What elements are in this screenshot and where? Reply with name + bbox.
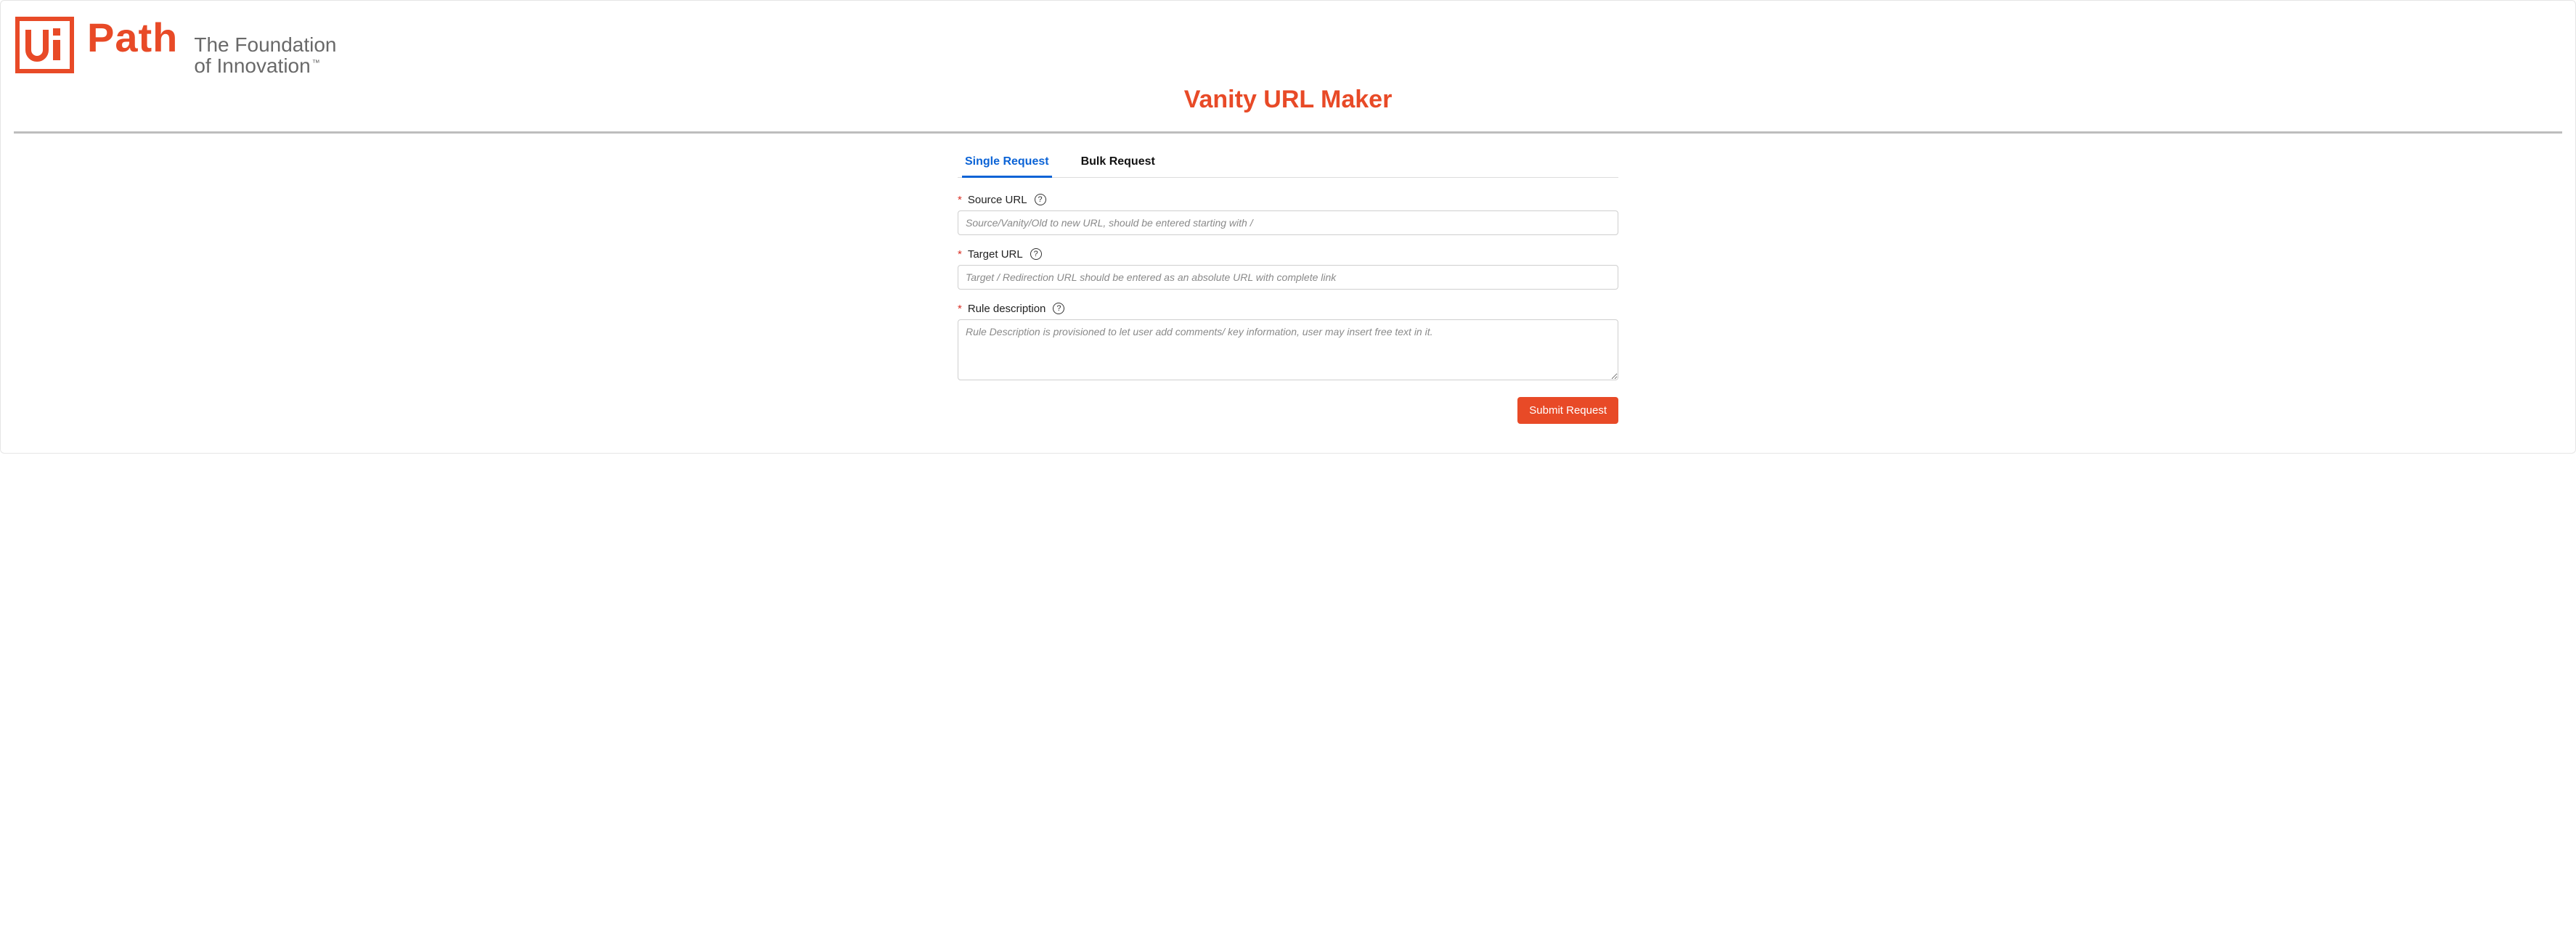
help-icon[interactable]: ? — [1030, 248, 1042, 260]
submit-button[interactable]: Submit Request — [1517, 397, 1618, 424]
page-title: Vanity URL Maker — [15, 86, 2561, 114]
brand-logo: Path The Foundation of Innovation™ — [15, 14, 2561, 77]
logo-wordmark: Path — [87, 14, 178, 61]
tabs: Single Request Bulk Request — [958, 150, 1618, 178]
help-icon[interactable]: ? — [1035, 194, 1046, 205]
trademark-symbol: ™ — [312, 59, 320, 67]
logo-tagline-line2: of Innovation — [194, 54, 310, 77]
target-url-input[interactable] — [958, 265, 1618, 290]
field-source-url: * Source URL ? — [958, 194, 1618, 235]
logo-mark — [15, 17, 74, 73]
required-indicator: * — [958, 194, 962, 206]
tab-bulk-request[interactable]: Bulk Request — [1078, 150, 1158, 178]
tab-single-request[interactable]: Single Request — [962, 150, 1052, 178]
logo-ui-icon — [25, 27, 65, 63]
header-divider — [14, 131, 2562, 134]
required-indicator: * — [958, 303, 962, 315]
field-target-url: * Target URL ? — [958, 248, 1618, 290]
source-url-label: Source URL — [968, 194, 1027, 206]
source-url-input[interactable] — [958, 210, 1618, 235]
logo-tagline: The Foundation of Innovation™ — [194, 34, 336, 77]
target-url-label: Target URL — [968, 248, 1023, 261]
rule-description-input[interactable] — [958, 319, 1618, 380]
rule-description-label: Rule description — [968, 303, 1046, 315]
help-icon[interactable]: ? — [1053, 303, 1064, 314]
field-rule-description: * Rule description ? — [958, 303, 1618, 384]
logo-tagline-line1: The Foundation — [194, 33, 336, 56]
required-indicator: * — [958, 248, 962, 261]
